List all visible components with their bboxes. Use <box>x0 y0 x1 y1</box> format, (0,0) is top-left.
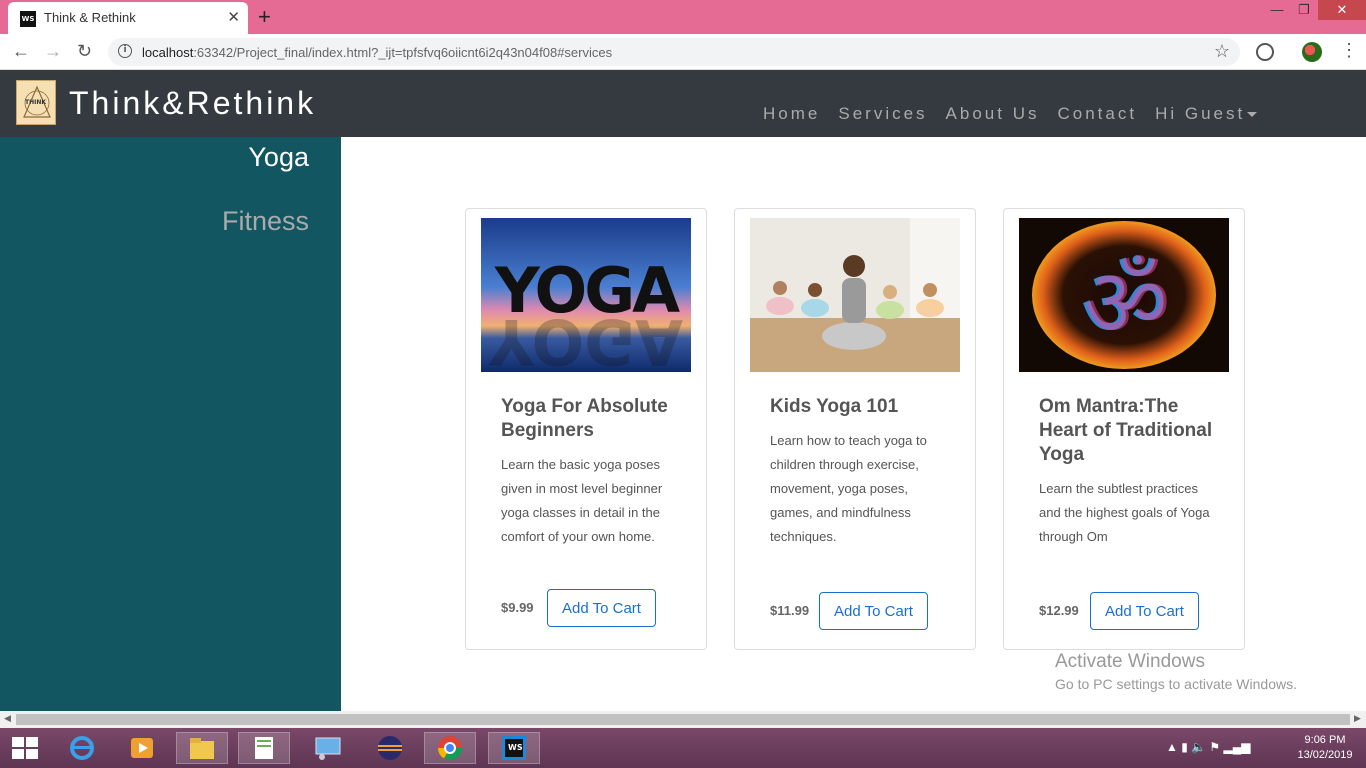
scrollbar-thumb[interactable] <box>16 714 1350 725</box>
site-brand[interactable]: Think&Rethink <box>69 85 316 122</box>
user-dropdown-label: Hi Guest <box>1155 104 1246 123</box>
logo-text: THINK <box>25 99 47 106</box>
new-tab-icon[interactable]: + <box>258 4 271 30</box>
user-dropdown[interactable]: Hi Guest <box>1155 104 1258 124</box>
course-card: YOGA YOGA Yoga For Absolute Beginners Le… <box>465 208 707 650</box>
windows-start-icon[interactable] <box>12 737 38 759</box>
category-sidebar: Yoga Fitness <box>0 137 341 711</box>
tab-close-icon[interactable]: ✕ <box>227 8 240 26</box>
sidebar-item-fitness[interactable]: Fitness <box>222 206 309 237</box>
course-title: Kids Yoga 101 <box>770 396 899 417</box>
windows-taskbar: WS ▲ ▮ 🔈 ⚑ ▂▄▆ 9:06 PM 13/02/2019 <box>0 728 1366 768</box>
media-player-icon[interactable] <box>116 732 168 764</box>
eclipse-icon[interactable] <box>364 732 416 764</box>
clock-time: 9:06 PM <box>1304 734 1346 746</box>
system-tray[interactable]: ▲ ▮ 🔈 ⚑ ▂▄▆ <box>1166 740 1250 754</box>
course-card: ॐ ॐ Om Mantra:The Heart of Traditional Y… <box>1003 208 1245 650</box>
window-close-icon[interactable]: ✕ <box>1318 0 1366 20</box>
scroll-left-icon[interactable]: ◀ <box>4 713 11 724</box>
history-clock-icon[interactable] <box>1256 43 1274 61</box>
webstorm-favicon-icon: WS <box>20 11 36 27</box>
horizontal-scrollbar[interactable]: ◀ ▶ <box>0 711 1366 728</box>
course-price: $11.99 <box>770 603 810 618</box>
chrome-icon[interactable] <box>424 732 476 764</box>
url-text: localhost:63342/Project_final/index.html… <box>142 45 613 60</box>
svg-text:YOGA: YOGA <box>488 305 683 372</box>
course-description: Learn how to teach yoga to children thro… <box>770 433 927 544</box>
om-symbol-image: ॐ ॐ <box>1019 218 1229 372</box>
course-description: Learn the subtlest practices and the hig… <box>1039 481 1210 544</box>
course-title: Yoga For Absolute Beginners <box>501 396 668 441</box>
taskbar-clock[interactable]: 9:06 PM 13/02/2019 <box>1292 733 1358 763</box>
course-description: Learn the basic yoga poses given in most… <box>501 457 663 544</box>
activate-windows-subtitle: Go to PC settings to activate Windows. <box>1055 676 1297 692</box>
address-bar[interactable]: i localhost:63342/Project_final/index.ht… <box>108 38 1240 66</box>
forward-arrow-icon[interactable]: → <box>44 41 62 62</box>
back-arrow-icon[interactable]: ← <box>12 41 30 62</box>
site-logo[interactable]: THINK <box>16 80 56 125</box>
scroll-right-icon[interactable]: ▶ <box>1354 713 1361 724</box>
add-to-cart-button[interactable]: Add To Cart <box>1090 592 1199 630</box>
reload-icon[interactable]: ↻ <box>77 41 92 62</box>
course-title: Om Mantra:The Heart of Traditional Yoga <box>1039 396 1213 465</box>
sidebar-item-yoga[interactable]: Yoga <box>248 142 309 173</box>
browser-tab-strip: WS Think & Rethink ✕ + — ❐ ✕ <box>0 0 1366 34</box>
svg-text:WS: WS <box>508 743 523 752</box>
clock-date: 13/02/2019 <box>1297 749 1353 761</box>
browser-toolbar: ← → ↻ i localhost:63342/Project_final/in… <box>0 34 1366 70</box>
nav-link-about-us[interactable]: About Us <box>946 104 1040 124</box>
yoga-silhouette-image: YOGA YOGA <box>481 218 691 372</box>
bookmark-star-icon[interactable]: ☆ <box>1214 41 1230 62</box>
site-info-icon[interactable]: i <box>118 44 132 58</box>
kids-yoga-image <box>750 218 960 372</box>
window-restore-icon[interactable]: ❐ <box>1292 0 1316 20</box>
control-panel-icon[interactable] <box>302 732 354 764</box>
notepad-plus-icon[interactable] <box>238 732 290 764</box>
file-explorer-icon[interactable] <box>176 732 228 764</box>
tab-title: Think & Rethink <box>44 10 136 25</box>
browser-menu-icon[interactable]: ⋮ <box>1340 40 1358 61</box>
course-card: Kids Yoga 101 Learn how to teach yoga to… <box>734 208 976 650</box>
add-to-cart-button[interactable]: Add To Cart <box>819 592 928 630</box>
site-navbar: THINK Think&Rethink Home Services About … <box>0 70 1366 137</box>
activate-windows-title: Activate Windows <box>1055 651 1205 672</box>
window-minimize-icon[interactable]: — <box>1266 0 1288 20</box>
nav-link-services[interactable]: Services <box>838 104 927 124</box>
course-price: $9.99 <box>501 600 534 615</box>
nav-link-contact[interactable]: Contact <box>1057 104 1137 124</box>
course-price: $12.99 <box>1039 603 1079 618</box>
caret-down-icon <box>1247 112 1258 118</box>
svg-text:ॐ: ॐ <box>1083 247 1171 359</box>
internet-explorer-icon[interactable] <box>56 732 108 764</box>
nav-link-home[interactable]: Home <box>763 104 820 124</box>
main-nav: Home Services About Us Contact Hi Guest <box>763 104 1258 124</box>
add-to-cart-button[interactable]: Add To Cart <box>547 589 656 627</box>
webstorm-icon[interactable]: WS <box>488 732 540 764</box>
browser-tab[interactable]: WS Think & Rethink ✕ <box>8 2 248 34</box>
profile-avatar-icon[interactable] <box>1302 42 1322 62</box>
